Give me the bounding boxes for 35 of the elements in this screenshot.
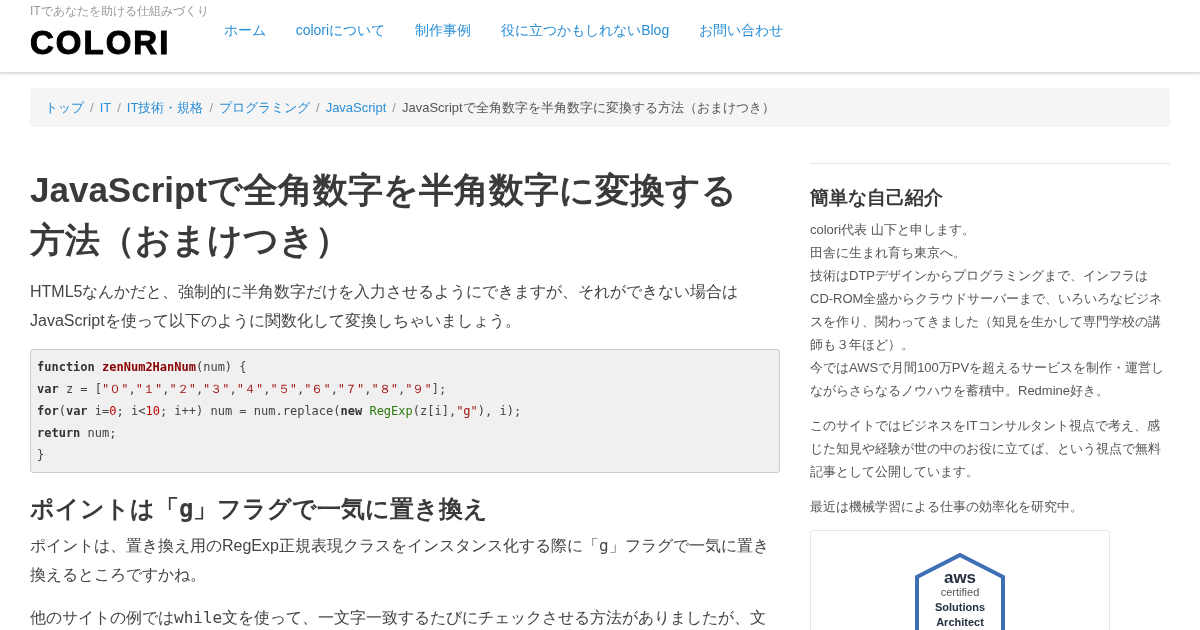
- tagline: ITであなたを助ける仕組みづくり: [30, 3, 209, 19]
- sidebar-text: 今ではAWSで月間100万PVを超えるサービスを制作・運営しながらさらなるノウハウを蓄積中。Redmine好き。: [810, 359, 1166, 400]
- badge-text: Solutions: [934, 601, 986, 614]
- breadcrumb-separator: /: [391, 98, 397, 117]
- nav-link[interactable]: 役に立つかもしれないBlog: [486, 20, 685, 41]
- article-title: JavaScriptで全角数字を半角数字に変換する方法（おまけつき）: [30, 169, 739, 261]
- site-logo[interactable]: COLORI: [30, 25, 209, 61]
- sidebar-text: このサイトではビジネスをITコンサルタント視点で考え、感じた知見や経験が世の中のお役に立てば、という視点で無料記事として公開しています。: [810, 417, 1162, 481]
- sidebar-text: 技術はDTPデザインからプログラミングまで、インフラはCD-ROM全盛からクラウドサーバーまで、いろいろなビジネスを作り、関わってきました（知見を生かして専門学校の講師も３年ほど）。: [810, 267, 1164, 354]
- section-heading: ポイントは「g」フラグで一気に置き換え: [30, 494, 490, 525]
- intro-paragraph: HTML5なんかだと、強制的に半角数字だけを入力させるようにできますが、それができない場合はJavaScriptを使って以下のように関数化して変換しちゃいましょう。: [30, 282, 740, 331]
- breadcrumb-separator: /: [89, 98, 95, 117]
- badge-text: certified: [940, 586, 980, 599]
- sidebar-text: 最近は機械学習による仕事の効率化を研究中。: [810, 498, 1084, 516]
- body-paragraph: 他のサイトの例ではwhile文を使って、一文字一致するたびにチェックさせる方法がありましたが、文: [30, 607, 768, 629]
- breadcrumb-link[interactable]: IT: [99, 97, 112, 118]
- breadcrumb-separator: /: [116, 98, 122, 117]
- breadcrumb-current: JavaScriptで全角数字を半角数字に変換する方法（おまけつき）: [401, 98, 775, 117]
- code-block: function zenNum2HanNum(num) { var z = ["０","１","２","３","４","５","６","７","８","９"]; for(var i=0; i<10; i++) num = num.replace(new RegExp(z[i],"g"), i); return num; }: [30, 349, 780, 473]
- breadcrumb-link[interactable]: IT技術・規格: [126, 97, 204, 118]
- nav-link[interactable]: coloriについて: [280, 20, 401, 41]
- breadcrumb-link[interactable]: プログラミング: [219, 97, 310, 118]
- sidebar-text: 田舎に生まれ育ち東京へ。: [810, 244, 967, 262]
- breadcrumb-separator: /: [315, 98, 321, 117]
- body-paragraph: ポイントは、置き換え用のRegExp正規表現クラスをインスタンス化する際に「g」フラグで一気に置き換えるところですかね。: [30, 535, 770, 585]
- badge-brand: aws: [943, 569, 977, 586]
- sidebar-text: colori代表 山下と申します。: [810, 221, 976, 239]
- nav-link[interactable]: 制作事例: [400, 20, 487, 41]
- sidebar-title: 簡単な自己紹介: [810, 186, 944, 210]
- breadcrumb-link[interactable]: JavaScript: [325, 97, 387, 118]
- nav-link[interactable]: ホーム: [208, 20, 281, 41]
- nav-link[interactable]: お問い合わせ: [684, 20, 799, 41]
- badge-text: Architect: [936, 616, 984, 629]
- breadcrumb-separator: /: [208, 98, 214, 117]
- breadcrumb-link[interactable]: トップ: [45, 97, 84, 118]
